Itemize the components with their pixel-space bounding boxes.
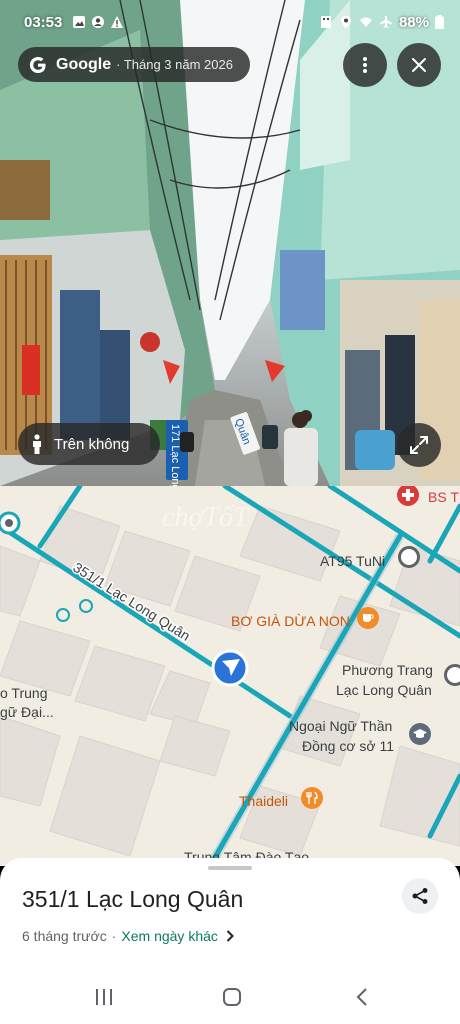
close-icon [412,58,426,72]
recents-icon [96,989,112,1005]
place-title: 351/1 Lạc Long Quân [22,886,244,912]
poi-label-lac-long-quan[interactable]: Lạc Long Quân [336,681,432,699]
google-brand-label: Google [56,55,112,73]
more-options-button[interactable] [343,43,387,87]
poi-label-at95[interactable]: AT95 TuNi [320,552,385,570]
close-button[interactable] [397,43,441,87]
poi-label-bs[interactable]: BS T [428,488,459,506]
account-icon [92,16,105,28]
home-icon [223,988,241,1006]
bus-stop-pin-icon[interactable] [444,664,460,686]
share-icon [412,888,428,904]
recent-apps-button[interactable] [92,986,116,1008]
poi-label-dong-co-so[interactable]: Đồng cơ sở 11 [302,737,394,755]
google-logo-icon [29,56,46,73]
battery-percent: 88% [398,13,429,31]
poi-label-phuong-trang[interactable]: Phương Trang [342,661,433,679]
gallery-icon [73,16,86,28]
street-view-panorama[interactable]: 171 Lạc Long Quân Quân 03:53 88% Google … [0,0,460,486]
location-icon [340,16,351,28]
status-bar: 03:53 88% [0,0,460,44]
imagery-age-row: 6 tháng trước · Xem ngày khác [22,928,234,944]
watermark-text: chợTốT [162,502,251,533]
chevron-right-icon[interactable] [226,930,234,942]
fullscreen-button[interactable] [397,423,441,467]
school-pin-icon[interactable] [409,723,431,745]
poi-label-thaideli[interactable]: Thaideli [239,792,288,810]
cafe-pin-icon[interactable] [357,607,379,629]
battery-icon [435,15,444,29]
restaurant-pin-icon[interactable] [301,787,323,809]
system-nav-bar [0,968,460,1024]
imagery-age-label: 6 tháng trước [22,928,107,944]
aerial-view-button[interactable]: Trên không [18,423,160,465]
capture-date-label: · Tháng 3 năm 2026 [116,57,233,72]
poi-label-trung-left[interactable]: o Trung [0,684,47,702]
poi-label-ngoai-ngu[interactable]: Ngoại Ngữ Thần [289,717,392,735]
person-icon [33,434,41,454]
map-view[interactable]: 351/1 Lạc Long Quân chợTốT BS T AT95 TuN… [0,486,460,866]
imagery-info-chip[interactable]: Google · Tháng 3 năm 2026 [18,47,250,82]
see-other-dates-link[interactable]: Xem ngày khác [121,928,218,944]
back-button[interactable] [350,986,374,1008]
back-icon [356,988,367,1006]
warning-icon [111,16,124,28]
drive-icon [320,16,331,28]
airplane-mode-icon [379,16,392,28]
place-pin-icon[interactable] [398,546,420,568]
more-vertical-icon [363,57,367,73]
home-button[interactable] [220,986,244,1008]
street-sign-text: 171 Lạc Long Quân [169,424,181,486]
poi-label-ngu-dai[interactable]: gữ Đại... [0,703,54,721]
aerial-view-label: Trên không [54,435,130,453]
sheet-drag-handle[interactable] [208,866,252,870]
expand-icon [410,436,428,454]
separator-dot: · [111,928,117,944]
wifi-icon [359,17,372,27]
status-time: 03:53 [24,13,63,31]
poi-label-bo-gia[interactable]: BƠ GIÀ DỪA NON [231,612,350,630]
share-button[interactable] [402,878,438,914]
